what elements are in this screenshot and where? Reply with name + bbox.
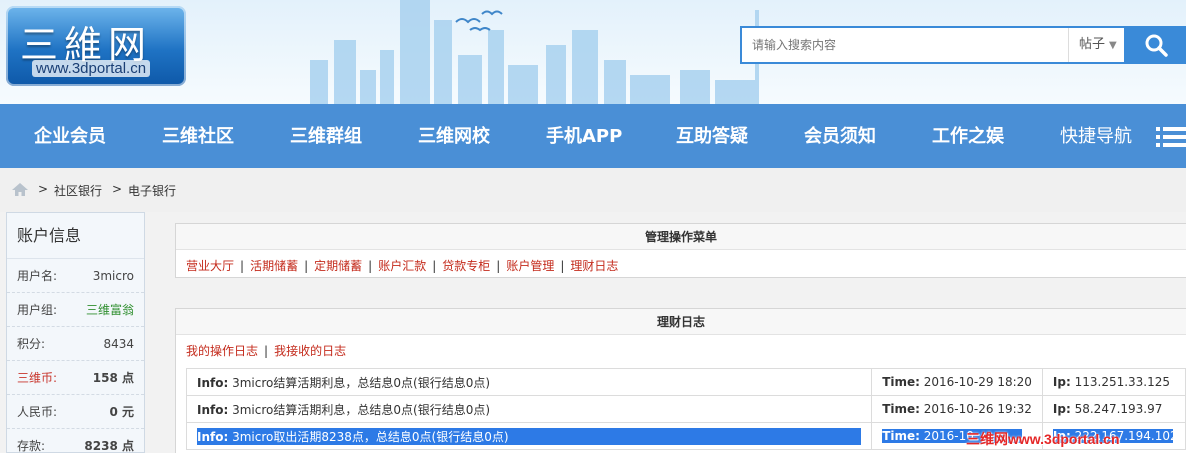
link-separator: | xyxy=(368,259,373,273)
log-ip: 58.247.193.97 xyxy=(1074,402,1163,416)
nav-item-groups[interactable]: 三维群组 xyxy=(290,104,362,168)
log-ip-cell: Ip: 113.251.33.125 xyxy=(1041,368,1186,396)
row-value: 0 元 xyxy=(109,405,134,419)
nav-item-rules[interactable]: 会员须知 xyxy=(804,104,876,168)
search-scope-select[interactable]: 帖子 ▼ xyxy=(1068,28,1124,62)
row-value: 3micro xyxy=(92,269,134,283)
link-finance-log[interactable]: 理财日志 xyxy=(570,259,618,273)
link-separator: | xyxy=(496,259,501,273)
nav-item-entertainment[interactable]: 工作之娱 xyxy=(932,104,1004,168)
log-info: 3micro结算活期利息，总结息0点(银行结息0点) xyxy=(232,375,491,390)
nav-item-qa[interactable]: 互助答疑 xyxy=(676,104,748,168)
breadcrumb-separator: > xyxy=(38,182,49,196)
row-value: 8238 点 xyxy=(84,439,134,453)
sidebar-title: 账户信息 xyxy=(7,213,144,259)
log-info-cell: Info: 3micro结算活期利息，总结息0点(银行结息0点) xyxy=(185,395,873,423)
log-info-cell: Info: 3micro取出活期8238点，总结息0点(银行结息0点) xyxy=(185,422,873,450)
row-label: 人民币: xyxy=(17,405,58,419)
row-value[interactable]: 三维富翁 xyxy=(86,293,134,327)
search-bar: 帖子▼ xyxy=(740,26,1186,64)
skyline-illustration xyxy=(310,0,759,104)
site-watermark: 三维网www.3dportal.cn xyxy=(966,431,1120,447)
account-row-usergroup: 用户组: 三维富翁 xyxy=(7,293,144,327)
breadcrumb-ebank[interactable]: 电子银行 xyxy=(128,182,176,199)
nav-item-mobile-app[interactable]: 手机APP xyxy=(546,104,622,168)
panel-title: 理财日志 xyxy=(176,309,1186,335)
nav-item-community[interactable]: 三维社区 xyxy=(162,104,234,168)
tab-received-logs[interactable]: 我接收的日志 xyxy=(274,344,346,358)
nav-item-quick-nav[interactable]: 快捷导航 xyxy=(1060,104,1132,168)
nav-item-school[interactable]: 三维网校 xyxy=(418,104,490,168)
link-account-manage[interactable]: 账户管理 xyxy=(506,259,554,273)
account-info-sidebar: 账户信息 用户名: 3micro 用户组: 三维富翁 积分: 8434 三维币:… xyxy=(6,212,145,453)
account-row-coins: 三维币: 158 点 xyxy=(7,361,144,395)
link-separator: | xyxy=(240,259,245,273)
row-label: 积分: xyxy=(17,337,46,351)
site-logo[interactable]: 三維网 www.3dportal.cn xyxy=(6,6,186,86)
log-info: 3micro结算活期利息，总结息0点(银行结息0点) xyxy=(232,402,491,417)
account-row-deposit: 存款: 8238 点 xyxy=(7,429,144,453)
log-time: 2016-10-29 18:20 xyxy=(923,375,1032,389)
tab-my-logs[interactable]: 我的操作日志 xyxy=(186,344,258,358)
search-scope-label: 帖子 xyxy=(1079,37,1106,52)
row-value: 158 点 xyxy=(92,371,134,385)
breadcrumb-separator: > xyxy=(112,182,123,196)
account-row-rmb: 人民币: 0 元 xyxy=(7,395,144,429)
search-icon xyxy=(1145,34,1168,57)
account-row-username: 用户名: 3micro xyxy=(7,259,144,293)
link-separator: | xyxy=(432,259,437,273)
account-row-points: 积分: 8434 xyxy=(7,327,144,361)
log-ip-cell: Ip: 58.247.193.97 xyxy=(1041,395,1186,423)
nav-item-enterprise[interactable]: 企业会员 xyxy=(34,104,106,168)
breadcrumb: > 社区银行 > 电子银行 xyxy=(0,168,1186,212)
site-header: 三維网 www.3dportal.cn 帖子▼ xyxy=(0,0,1186,104)
row-value: 8434 xyxy=(103,337,134,351)
log-tabs: 我的操作日志 | 我接收的日志 xyxy=(176,335,1186,365)
table-row: Info: 3micro结算活期利息，总结息0点(银行结息0点) Time: 2… xyxy=(185,368,1186,396)
search-button[interactable] xyxy=(1124,26,1186,64)
link-lobby[interactable]: 营业大厅 xyxy=(186,259,234,273)
table-row: Info: 3micro结算活期利息，总结息0点(银行结息0点) Time: 2… xyxy=(185,395,1186,423)
breadcrumb-bank[interactable]: 社区银行 xyxy=(54,182,102,199)
log-time-cell: Time: 2016-10-26 19:32 xyxy=(871,395,1043,423)
log-time-cell: Time: 2016-10-29 18:20 xyxy=(871,368,1043,396)
log-info-cell: Info: 3micro结算活期利息，总结息0点(银行结息0点) xyxy=(185,368,873,396)
menu-icon[interactable] xyxy=(1156,126,1186,148)
log-time: 2016-10-26 19:32 xyxy=(923,402,1032,416)
logo-url: www.3dportal.cn xyxy=(32,60,151,77)
link-current-deposit[interactable]: 活期储蓄 xyxy=(250,259,298,273)
link-transfer[interactable]: 账户汇款 xyxy=(378,259,426,273)
link-separator: | xyxy=(264,344,269,358)
panel-title: 管理操作菜单 xyxy=(176,224,1186,250)
link-loan[interactable]: 贷款专柜 xyxy=(442,259,490,273)
chevron-down-icon: ▼ xyxy=(1109,40,1117,51)
log-info: 3micro取出活期8238点，总结息0点(银行结息0点) xyxy=(232,429,509,444)
row-label: 三维币: xyxy=(17,371,58,385)
link-separator: | xyxy=(304,259,309,273)
manage-links: 营业大厅 | 活期储蓄 | 定期储蓄 | 账户汇款 | 贷款专柜 | 账户管理 | 理财日志 xyxy=(176,250,1186,280)
search-input[interactable] xyxy=(742,28,1068,62)
main-nav: 企业会员 三维社区 三维群组 三维网校 手机APP 互助答疑 会员须知 工作之娱… xyxy=(0,104,1186,168)
link-fixed-deposit[interactable]: 定期储蓄 xyxy=(314,259,362,273)
row-label: 用户名: xyxy=(17,269,58,283)
link-separator: | xyxy=(560,259,565,273)
row-label: 存款: xyxy=(17,439,46,453)
manage-menu-panel: 管理操作菜单 营业大厅 | 活期储蓄 | 定期储蓄 | 账户汇款 | 贷款专柜 | 账户管理 | 理财日… xyxy=(175,223,1186,278)
row-label: 用户组: xyxy=(17,303,58,317)
home-icon[interactable] xyxy=(12,183,28,196)
log-ip: 113.251.33.125 xyxy=(1074,375,1171,389)
